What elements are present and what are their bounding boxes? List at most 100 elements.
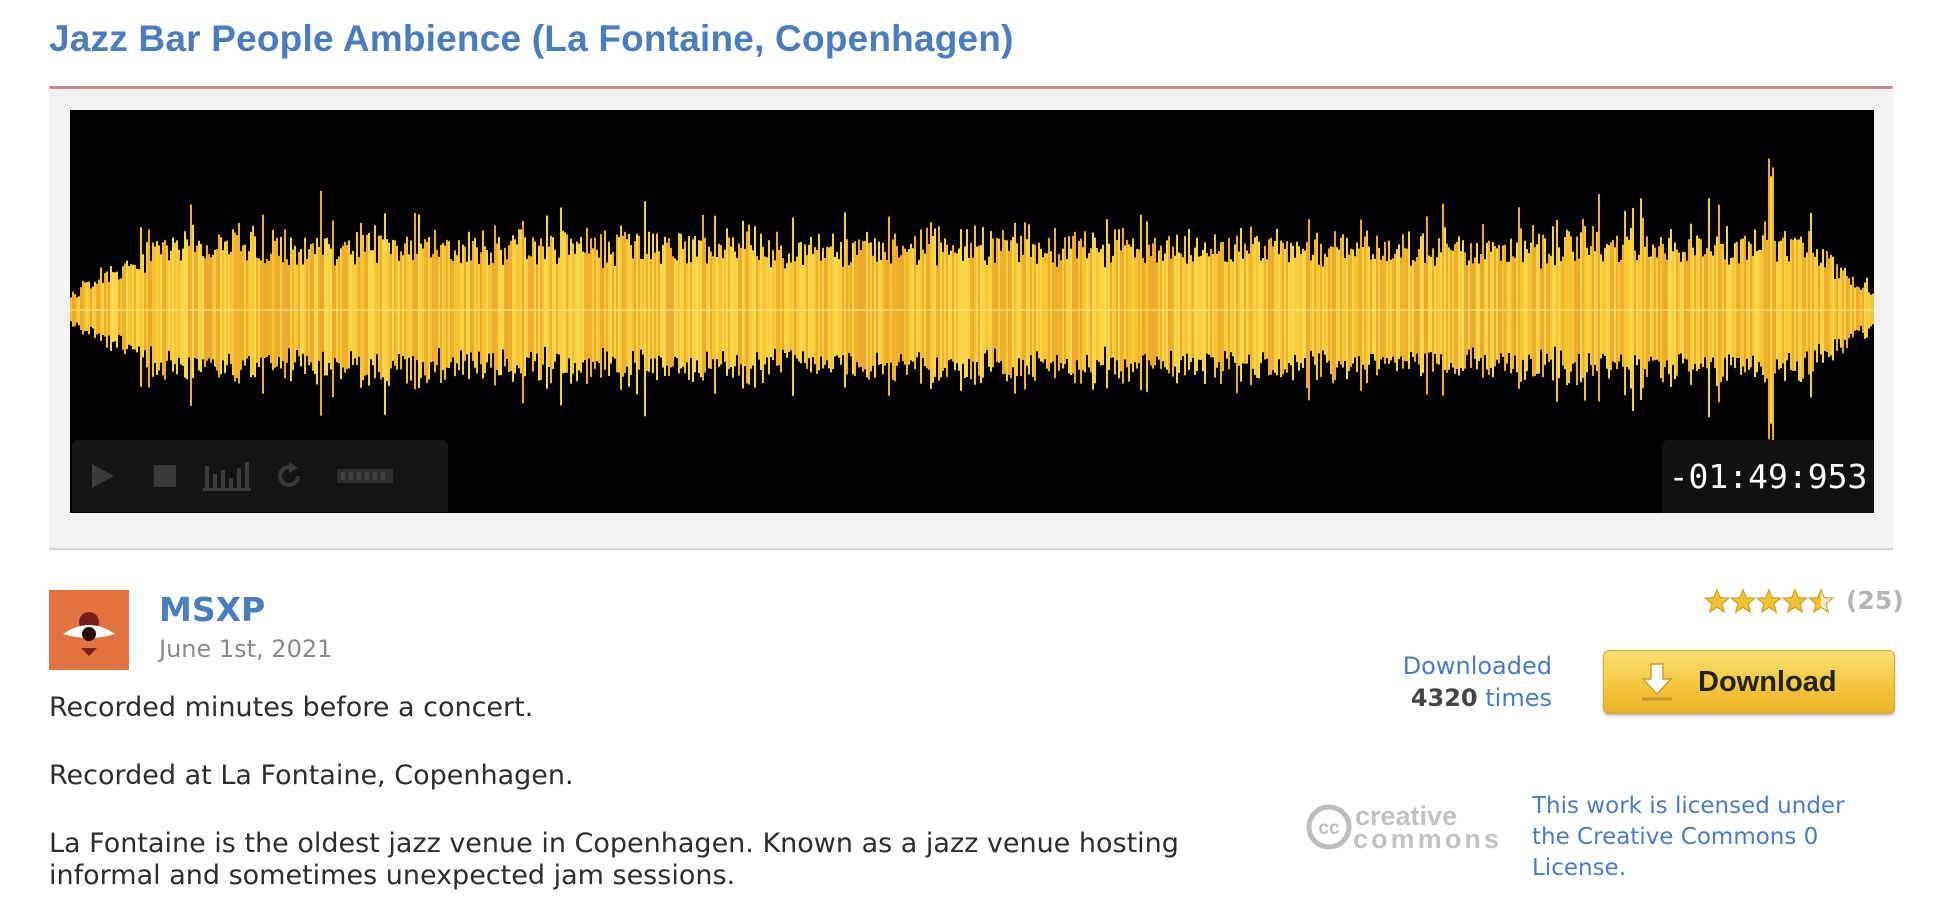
- avatar[interactable]: [49, 590, 129, 670]
- waveform-bar: [200, 244, 202, 373]
- waveform-bar: [1292, 245, 1294, 381]
- waveform-bar: [1698, 238, 1700, 369]
- waveform-bar: [1818, 265, 1820, 344]
- waveform-bar: [1468, 260, 1470, 350]
- waveform-bar: [160, 254, 162, 363]
- waveform-bar: [1096, 247, 1098, 361]
- waveform-bar: [682, 248, 684, 367]
- waveform-bar: [1356, 242, 1358, 372]
- waveform-bar: [198, 240, 200, 371]
- waveform-bar: [416, 253, 418, 361]
- waveform-bar: [1028, 224, 1030, 375]
- waveform-bar: [672, 256, 674, 367]
- rating-count: (25): [1846, 586, 1904, 615]
- waveform-bar: [1208, 256, 1210, 355]
- waveform-bar: [1414, 261, 1416, 362]
- rating-star[interactable]: [1729, 587, 1757, 613]
- waveform-bar: [554, 249, 556, 362]
- waveform-bar: [1014, 222, 1016, 394]
- author-username-link[interactable]: MSXP: [159, 590, 265, 629]
- waveform-bar: [1450, 249, 1452, 364]
- waveform-bar: [810, 236, 812, 373]
- audio-player[interactable]: -01:49:953: [70, 110, 1874, 513]
- waveform-bar: [1158, 250, 1160, 360]
- rating-star[interactable]: [1807, 587, 1835, 613]
- waveform-bar: [1726, 226, 1728, 381]
- waveform-bar: [1812, 252, 1814, 372]
- waveform-bar: [454, 250, 456, 377]
- rating-star[interactable]: [1755, 587, 1783, 613]
- waveform-bar: [794, 261, 796, 355]
- waveform-bar: [1214, 234, 1216, 378]
- waveform-bar: [1656, 257, 1658, 360]
- waveform-bar: [942, 252, 944, 371]
- waveform-bar: [1676, 249, 1678, 376]
- rating-star[interactable]: [1781, 587, 1809, 613]
- waveform-bar: [1310, 260, 1312, 351]
- waveform-bar: [364, 251, 366, 376]
- waveform-bar: [1512, 256, 1514, 370]
- waveform-bar: [508, 245, 510, 372]
- waveform-bar: [674, 258, 676, 357]
- play-button[interactable]: [72, 440, 134, 512]
- waveform-bar: [1052, 262, 1054, 362]
- waveform-bar: [1706, 248, 1708, 369]
- loop-button[interactable]: [258, 440, 320, 512]
- waveform-bar: [1808, 231, 1810, 375]
- waveform-bar: [1268, 239, 1270, 376]
- waveform-bar: [534, 241, 536, 362]
- waveform-bar: [1238, 251, 1240, 366]
- rating-widget[interactable]: (25): [1704, 586, 1904, 615]
- waveform-bar: [128, 265, 130, 345]
- waveform-bar: [1168, 236, 1170, 374]
- waveform-bar: [1764, 221, 1766, 383]
- waveform-bar: [384, 213, 386, 415]
- spectrogram-toggle-button[interactable]: [196, 440, 258, 512]
- waveform-bar: [1420, 236, 1422, 377]
- waveform-bar: [1772, 167, 1774, 450]
- waveform-bar: [192, 224, 194, 378]
- waveform-bar: [1484, 259, 1486, 355]
- stop-button[interactable]: [134, 440, 196, 512]
- waveform-bar: [1106, 219, 1108, 389]
- rating-star[interactable]: [1704, 587, 1731, 613]
- waveform-bar: [616, 234, 618, 373]
- waveform-bar: [346, 245, 348, 370]
- waveform-bar: [394, 240, 396, 366]
- waveform-bar: [1246, 250, 1248, 364]
- waveform-bar: [852, 242, 854, 375]
- volume-slider[interactable]: [320, 440, 410, 512]
- waveform-bar: [1336, 247, 1338, 368]
- waveform-bar: [1442, 203, 1444, 396]
- waveform-bar: [154, 246, 156, 364]
- waveform-bar: [252, 225, 254, 376]
- star-rating-icon[interactable]: [1704, 587, 1836, 615]
- waveform-bar: [824, 257, 826, 365]
- waveform-bar: [1748, 241, 1750, 370]
- waveform-bar: [1046, 253, 1048, 369]
- waveform-bar: [654, 252, 656, 359]
- waveform-bar: [544, 258, 546, 347]
- waveform-bar: [1180, 253, 1182, 361]
- waveform-bar: [1588, 254, 1590, 354]
- waveform-bar: [1682, 251, 1684, 364]
- waveform-bar: [308, 249, 310, 366]
- waveform-bar: [1364, 236, 1366, 370]
- waveform-bar: [1176, 234, 1178, 384]
- waveform-bar: [1564, 237, 1566, 370]
- download-button[interactable]: Download: [1603, 650, 1895, 714]
- waveform-bar: [1716, 236, 1718, 387]
- waveform-bar: [1770, 176, 1772, 424]
- waveform-bar: [1616, 235, 1618, 370]
- waveform-bar: [388, 242, 390, 387]
- license-link[interactable]: This work is licensed under the Creative…: [1532, 791, 1862, 884]
- waveform-bar: [348, 240, 350, 369]
- waveform-bar: [594, 237, 596, 369]
- waveform-bar: [588, 253, 590, 359]
- waveform-bar: [1152, 243, 1154, 369]
- waveform-bar: [1604, 247, 1606, 357]
- waveform-bar: [518, 229, 520, 369]
- waveform-bar: [1218, 251, 1220, 363]
- creative-commons-logo[interactable]: cc creative commons: [1305, 800, 1500, 854]
- waveform-bar: [492, 263, 494, 354]
